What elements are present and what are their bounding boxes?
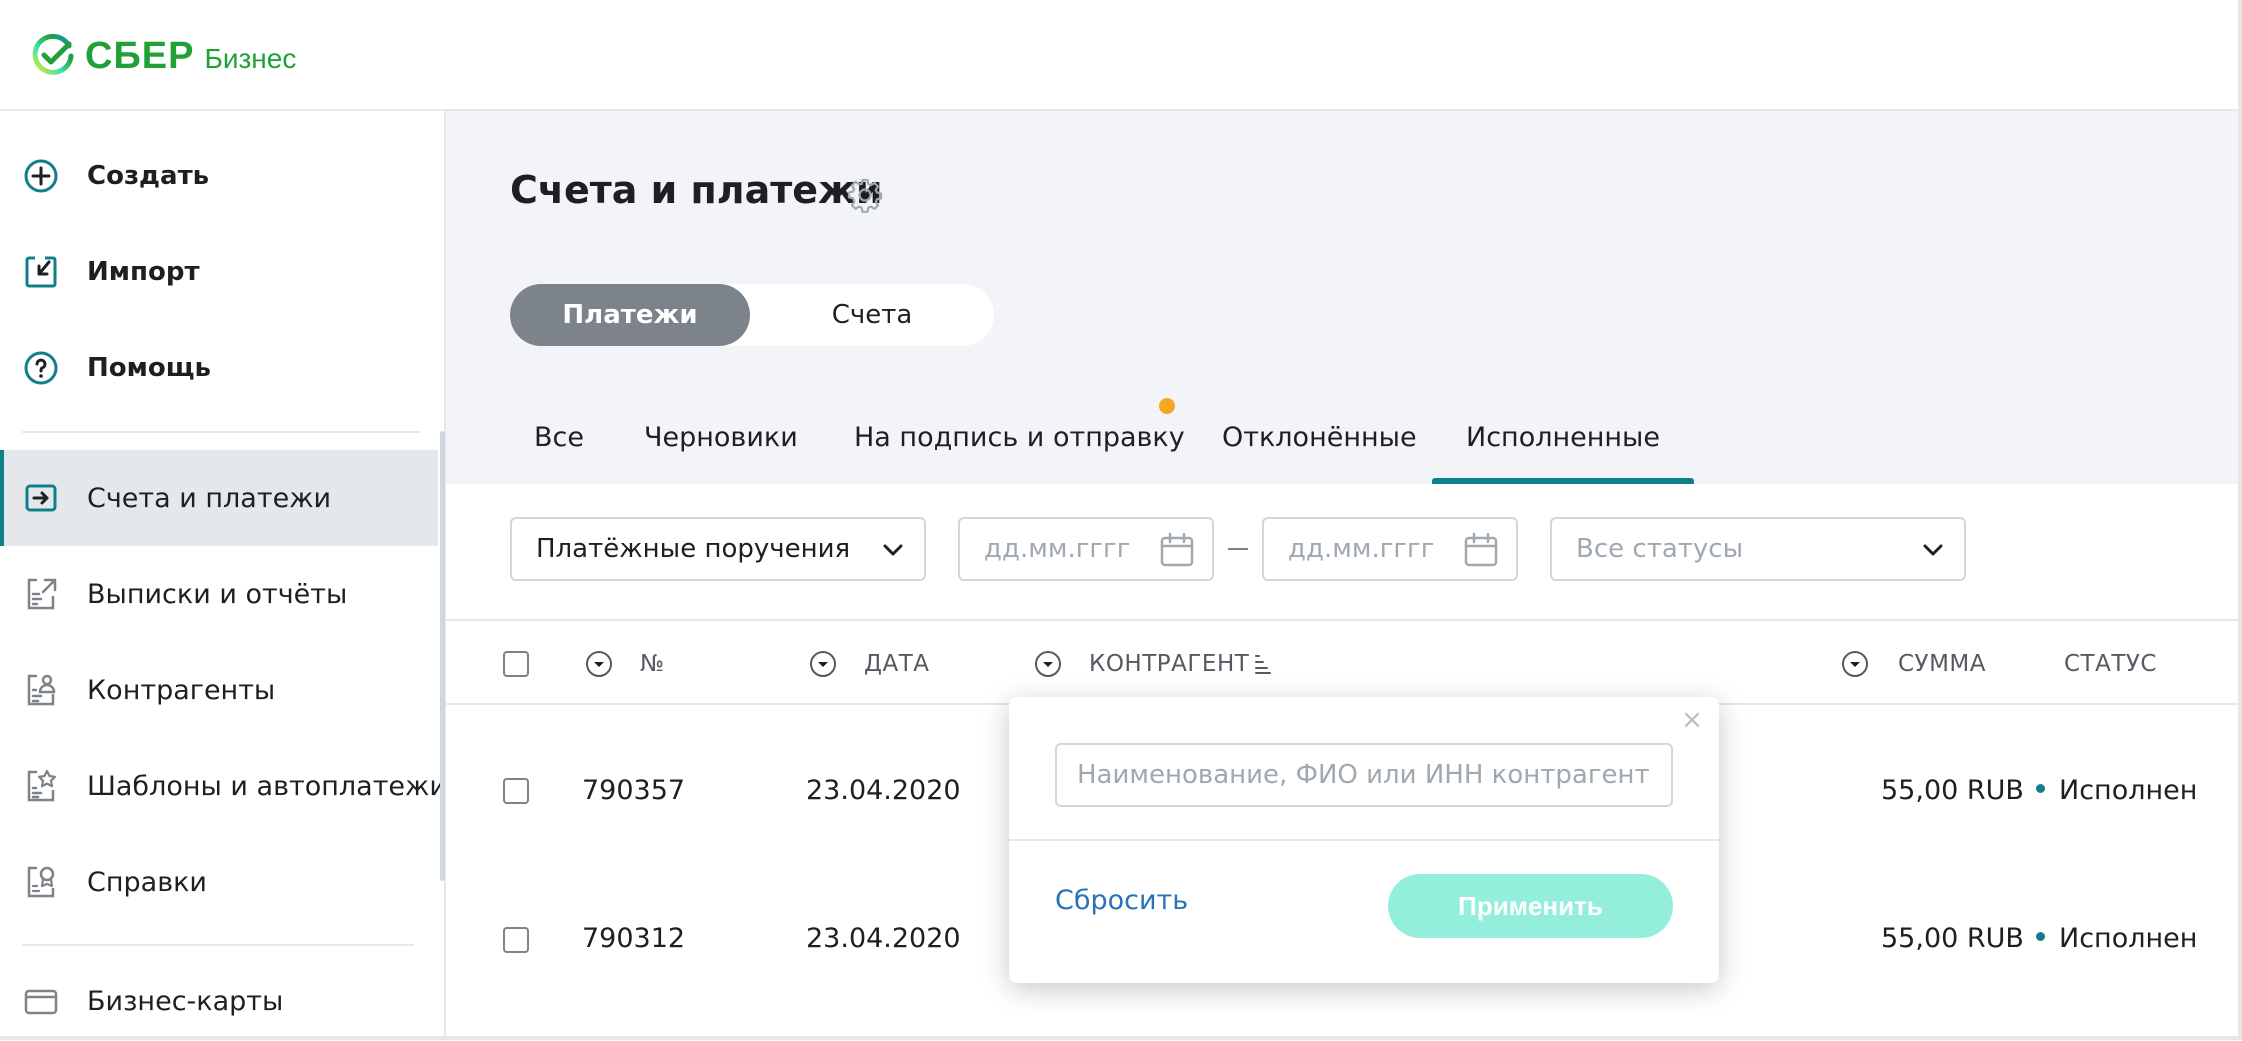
segment-accounts[interactable]: Счета	[750, 284, 994, 346]
row-status-text: Исполнен	[2059, 775, 2198, 806]
certificates-icon	[22, 863, 60, 901]
sidebar-item-label: Справки	[87, 866, 207, 898]
logo-sub-text: Бизнес	[204, 43, 297, 74]
sidebar-item-statements[interactable]: Выписки и отчёты	[0, 546, 438, 642]
app-root: СБЕР Бизнес Создать Импорт Помощь Счета …	[0, 0, 2242, 1040]
status-dot	[2036, 932, 2045, 941]
sidebar-item-certificates[interactable]: Справки	[0, 834, 438, 930]
sidebar-action-label: Создать	[87, 161, 210, 191]
select-all-checkbox[interactable]	[503, 651, 529, 677]
contractors-icon	[22, 671, 60, 709]
sidebar-item-payments[interactable]: Счета и платежи	[0, 450, 438, 546]
sidebar-item-contractors[interactable]: Контрагенты	[0, 642, 438, 738]
tab-rejected[interactable]: Отклонённые	[1222, 400, 1417, 484]
tab-all[interactable]: Все	[534, 400, 584, 484]
column-status: СТАТУС	[2064, 651, 2157, 677]
date-from-field[interactable]: дд.мм.гггг	[958, 517, 1214, 581]
calendar-icon[interactable]	[1462, 531, 1500, 569]
sidebar-action-create[interactable]: Создать	[0, 128, 438, 224]
templates-icon	[22, 767, 60, 805]
date-from-placeholder: дд.мм.гггг	[984, 534, 1131, 564]
sidebar-scrollbar[interactable]	[440, 431, 445, 881]
sidebar-action-label: Помощь	[87, 353, 211, 383]
import-icon	[22, 253, 60, 291]
popup-divider	[1009, 839, 1719, 841]
row-status: Исполнен	[2036, 923, 2197, 954]
sidebar-item-templates[interactable]: Шаблоны и автоплатежи	[0, 738, 447, 834]
sidebar-divider	[22, 431, 420, 433]
card-icon	[22, 982, 60, 1020]
contractor-filter-popup: × Сбросить Применить	[1009, 697, 1719, 983]
logo-brand-text: СБЕР	[85, 34, 195, 77]
doc-type-value: Платёжные поручения	[536, 534, 851, 564]
status-select[interactable]: Все статусы	[1550, 517, 1966, 581]
close-icon[interactable]: ×	[1679, 707, 1705, 733]
column-number[interactable]: №	[640, 651, 664, 677]
tab-drafts[interactable]: Черновики	[644, 400, 798, 484]
column-date[interactable]: ДАТА	[864, 651, 930, 677]
sidebar: Создать Импорт Помощь Счета и платежи Вы…	[0, 111, 447, 1041]
sort-dropdown-icon[interactable]	[1033, 649, 1063, 679]
row-status-text: Исполнен	[2059, 923, 2198, 954]
row-checkbox[interactable]	[503, 927, 529, 953]
row-date: 23.04.2020	[806, 775, 961, 806]
sidebar-item-label: Выписки и отчёты	[87, 578, 348, 610]
sidebar-item-label: Шаблоны и автоплатежи	[87, 770, 447, 802]
sort-dropdown-icon[interactable]	[808, 649, 838, 679]
help-circle-icon	[22, 349, 60, 387]
contractor-search-input[interactable]	[1055, 743, 1673, 807]
row-status: Исполнен	[2036, 775, 2197, 806]
sber-logo-icon	[32, 34, 74, 75]
sidebar-item-label: Контрагенты	[87, 674, 276, 706]
payments-accounts-switch: Платежи Счета	[510, 284, 994, 346]
calendar-icon[interactable]	[1158, 531, 1196, 569]
sidebar-item-label: Бизнес-карты	[87, 985, 284, 1017]
sidebar-action-import[interactable]: Импорт	[0, 224, 438, 320]
reset-link[interactable]: Сбросить	[1055, 885, 1188, 916]
row-amount: 55,00 RUB	[1881, 775, 2024, 806]
column-contractor[interactable]: КОНТРАГЕНТ	[1089, 651, 1249, 677]
table-header: № ДАТА КОНТРАГЕНТ СУММА СТАТУС	[446, 619, 2242, 705]
column-amount[interactable]: СУММА	[1898, 651, 1986, 677]
row-number: 790312	[582, 923, 686, 954]
sidebar-divider	[22, 944, 414, 946]
payments-icon	[22, 479, 60, 517]
doc-type-select[interactable]: Платёжные поручения	[510, 517, 926, 581]
sidebar-action-label: Импорт	[87, 257, 200, 287]
notification-dot	[1159, 398, 1175, 414]
tab-to-sign[interactable]: На подпись и отправку	[854, 400, 1185, 484]
date-to-field[interactable]: дд.мм.гггг	[1262, 517, 1518, 581]
page-title: Счета и платежи	[510, 168, 883, 212]
filter-lines-icon[interactable]	[1252, 653, 1274, 675]
date-to-placeholder: дд.мм.гггг	[1288, 534, 1435, 564]
segment-payments[interactable]: Платежи	[510, 284, 750, 346]
row-amount: 55,00 RUB	[1881, 923, 2024, 954]
sber-logo[interactable]: СБЕР Бизнес	[31, 34, 296, 78]
sort-dropdown-icon[interactable]	[584, 649, 614, 679]
chevron-down-icon	[1923, 544, 1943, 556]
status-placeholder: Все статусы	[1576, 534, 1744, 564]
top-header: СБЕР Бизнес	[0, 0, 2242, 111]
row-number: 790357	[582, 775, 686, 806]
sidebar-action-help[interactable]: Помощь	[0, 320, 438, 416]
row-checkbox[interactable]	[503, 778, 529, 804]
sidebar-item-label: Счета и платежи	[87, 482, 332, 514]
tab-executed[interactable]: Исполненные	[1432, 400, 1694, 484]
sort-dropdown-icon[interactable]	[1840, 649, 1870, 679]
date-range-dash	[1228, 548, 1248, 550]
apply-button[interactable]: Применить	[1388, 874, 1673, 938]
row-date: 23.04.2020	[806, 923, 961, 954]
chevron-down-icon	[883, 544, 903, 556]
statements-icon	[22, 575, 60, 613]
sidebar-item-business-cards[interactable]: Бизнес-карты	[0, 961, 438, 1041]
plus-circle-icon	[22, 157, 60, 195]
frame-border-bottom	[0, 1036, 2242, 1040]
frame-border-right	[2238, 0, 2242, 1040]
status-dot	[2036, 784, 2045, 793]
gear-icon[interactable]	[846, 176, 884, 214]
